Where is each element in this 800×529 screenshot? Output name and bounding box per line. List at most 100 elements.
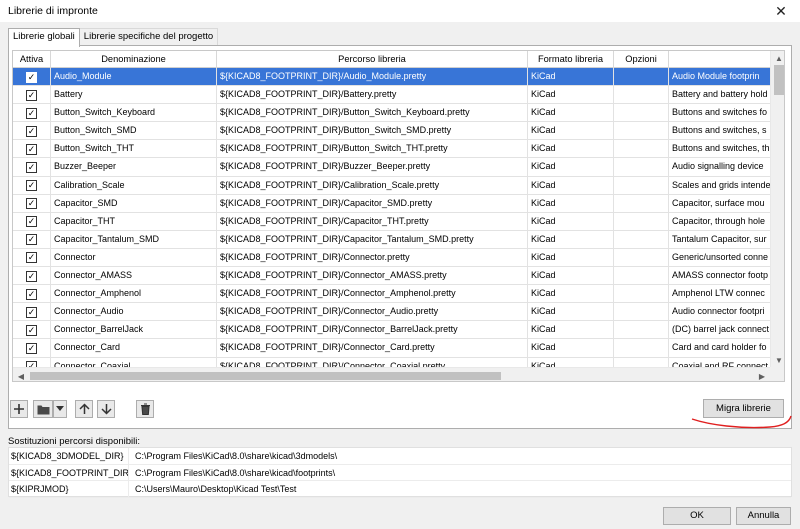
active-checkbox[interactable]: ✓ [26, 107, 37, 119]
library-description-cell[interactable]: Capacitor, through hole [669, 213, 770, 231]
library-path-cell[interactable]: ${KICAD8_FOOTPRINT_DIR}/Buzzer_Beeper.pr… [217, 158, 528, 177]
active-checkbox[interactable]: ✓ [26, 270, 37, 282]
library-name-cell[interactable]: Capacitor_Tantalum_SMD [51, 230, 217, 249]
library-path-cell[interactable]: ${KICAD8_FOOTPRINT_DIR}/Capacitor_THT.pr… [217, 212, 528, 231]
vertical-scroll-thumb[interactable] [774, 65, 784, 95]
library-name-cell[interactable]: Button_Switch_SMD [51, 122, 217, 141]
library-options-cell[interactable] [614, 248, 669, 267]
library-path-cell[interactable]: ${KICAD8_FOOTPRINT_DIR}/Connector_Audio.… [217, 303, 528, 322]
library-description-cell[interactable]: Generic/unsorted conne [669, 249, 770, 267]
active-cell[interactable]: ✓ [13, 267, 51, 286]
library-name-cell[interactable]: Connector_BarrelJack [51, 321, 217, 340]
library-description-cell[interactable]: Buttons and switches fo [669, 104, 770, 122]
active-checkbox[interactable]: ✓ [26, 288, 37, 300]
library-name-cell[interactable]: Connector_Audio [51, 303, 217, 322]
add-library-button[interactable] [10, 400, 28, 418]
active-checkbox[interactable]: ✓ [26, 324, 37, 336]
library-description-cell[interactable]: Battery and battery hold [669, 86, 770, 104]
table-row[interactable]: ✓ Capacitor_THT ${KICAD8_FOOTPRINT_DIR}/Ca… [13, 212, 784, 231]
add-folder-button[interactable] [33, 400, 53, 418]
active-checkbox[interactable]: ✓ [26, 342, 37, 354]
library-path-cell[interactable]: ${KICAD8_FOOTPRINT_DIR}/Connector_Card.p… [217, 339, 528, 358]
horizontal-scrollbar[interactable]: ◀ ▶ [13, 367, 770, 381]
active-cell[interactable]: ✓ [13, 303, 51, 322]
library-description-cell[interactable]: Audio Module footprin [669, 68, 770, 86]
col-header-name[interactable]: Denominazione [51, 51, 217, 68]
active-cell[interactable]: ✓ [13, 194, 51, 213]
library-name-cell[interactable]: Calibration_Scale [51, 176, 217, 195]
table-row[interactable]: ✓ Button_Switch_SMD ${KICAD8_FOOTPRINT_DIR… [13, 122, 784, 141]
library-options-cell[interactable] [614, 122, 669, 141]
library-name-cell[interactable]: Connector_Card [51, 339, 217, 358]
library-format-cell[interactable]: KiCad [528, 122, 614, 141]
library-options-cell[interactable] [614, 321, 669, 340]
table-row[interactable]: ✓ Connector_Audio ${KICAD8_FOOTPRINT_DIR}/… [13, 303, 784, 322]
library-format-cell[interactable]: KiCad [528, 68, 614, 86]
library-path-cell[interactable]: ${KICAD8_FOOTPRINT_DIR}/Button_Switch_Ke… [217, 104, 528, 123]
library-options-cell[interactable] [614, 339, 669, 358]
library-format-cell[interactable]: KiCad [528, 248, 614, 267]
col-header-format[interactable]: Formato libreria [528, 51, 614, 68]
library-options-cell[interactable] [614, 212, 669, 231]
library-options-cell[interactable] [614, 158, 669, 177]
library-options-cell[interactable] [614, 194, 669, 213]
library-path-cell[interactable]: ${KICAD8_FOOTPRINT_DIR}/Connector.pretty [217, 248, 528, 267]
library-path-cell[interactable]: ${KICAD8_FOOTPRINT_DIR}/Audio_Module.pre… [217, 68, 528, 86]
table-row[interactable]: ✓ Connector_BarrelJack ${KICAD8_FOOTPRINT_… [13, 321, 784, 340]
move-down-button[interactable] [97, 400, 115, 418]
active-cell[interactable]: ✓ [13, 68, 51, 86]
active-checkbox[interactable]: ✓ [26, 306, 37, 318]
library-name-cell[interactable]: Connector_Amphenol [51, 285, 217, 304]
library-path-cell[interactable]: ${KICAD8_FOOTPRINT_DIR}/Connector_Amphen… [217, 285, 528, 304]
col-header-description[interactable] [669, 51, 770, 68]
library-description-cell[interactable]: Scales and grids intende [669, 177, 770, 195]
library-format-cell[interactable]: KiCad [528, 194, 614, 213]
scroll-up-icon[interactable]: ▲ [771, 51, 784, 65]
active-cell[interactable]: ✓ [13, 339, 51, 358]
library-name-cell[interactable]: Capacitor_SMD [51, 194, 217, 213]
table-row[interactable]: ✓ Connector_AMASS ${KICAD8_FOOTPRINT_DIR}/… [13, 267, 784, 286]
library-options-cell[interactable] [614, 176, 669, 195]
folder-dropdown-button[interactable] [53, 400, 67, 418]
active-checkbox[interactable]: ✓ [26, 71, 37, 83]
library-path-cell[interactable]: ${KICAD8_FOOTPRINT_DIR}/Calibration_Scal… [217, 176, 528, 195]
active-checkbox[interactable]: ✓ [26, 143, 37, 155]
library-format-cell[interactable]: KiCad [528, 321, 614, 340]
library-description-cell[interactable]: (DC) barrel jack connect [669, 321, 770, 339]
migrate-libraries-button[interactable]: Migra librerie [703, 399, 784, 418]
tab-project-libraries[interactable]: Librerie specifiche del progetto [78, 28, 219, 46]
table-row[interactable]: ✓ Audio_Module ${KICAD8_FOOTPRINT_DIR}/Aud… [13, 68, 784, 87]
library-name-cell[interactable]: Connector_AMASS [51, 267, 217, 286]
library-path-cell[interactable]: ${KICAD8_FOOTPRINT_DIR}/Connector_Barrel… [217, 321, 528, 340]
library-options-cell[interactable] [614, 267, 669, 286]
active-cell[interactable]: ✓ [13, 230, 51, 249]
library-description-cell[interactable]: Capacitor, surface mou [669, 195, 770, 213]
table-row[interactable]: ✓ Connector_Card ${KICAD8_FOOTPRINT_DIR}/C… [13, 339, 784, 358]
library-format-cell[interactable]: KiCad [528, 212, 614, 231]
table-row[interactable]: ✓ Button_Switch_THT ${KICAD8_FOOTPRINT_DIR… [13, 140, 784, 159]
table-row[interactable]: ✓ Calibration_Scale ${KICAD8_FOOTPRINT_DIR… [13, 176, 784, 195]
col-header-path[interactable]: Percorso libreria [217, 51, 528, 68]
library-path-cell[interactable]: ${KICAD8_FOOTPRINT_DIR}/Connector_AMASS.… [217, 267, 528, 286]
active-checkbox[interactable]: ✓ [26, 125, 37, 137]
library-options-cell[interactable] [614, 140, 669, 159]
library-description-cell[interactable]: Audio signalling device [669, 158, 770, 176]
library-format-cell[interactable]: KiCad [528, 104, 614, 123]
move-up-button[interactable] [75, 400, 93, 418]
library-description-cell[interactable]: Audio connector footpri [669, 303, 770, 321]
table-row[interactable]: ✓ Button_Switch_Keyboard ${KICAD8_FOOTPRIN… [13, 104, 784, 123]
library-path-cell[interactable]: ${KICAD8_FOOTPRINT_DIR}/Battery.pretty [217, 86, 528, 105]
cancel-button[interactable]: Annulla [736, 507, 791, 525]
library-path-cell[interactable]: ${KICAD8_FOOTPRINT_DIR}/Capacitor_Tantal… [217, 230, 528, 249]
table-row[interactable]: ✓ Connector_Amphenol ${KICAD8_FOOTPRINT_DI… [13, 285, 784, 304]
active-cell[interactable]: ✓ [13, 176, 51, 195]
vertical-scrollbar[interactable]: ▲ ▼ [770, 51, 784, 367]
library-name-cell[interactable]: Button_Switch_THT [51, 140, 217, 159]
library-description-cell[interactable]: Card and card holder fo [669, 339, 770, 357]
active-cell[interactable]: ✓ [13, 248, 51, 267]
horizontal-scroll-thumb[interactable] [30, 372, 501, 380]
active-cell[interactable]: ✓ [13, 140, 51, 159]
library-format-cell[interactable]: KiCad [528, 339, 614, 358]
scroll-right-icon[interactable]: ▶ [754, 368, 770, 381]
active-cell[interactable]: ✓ [13, 104, 51, 123]
